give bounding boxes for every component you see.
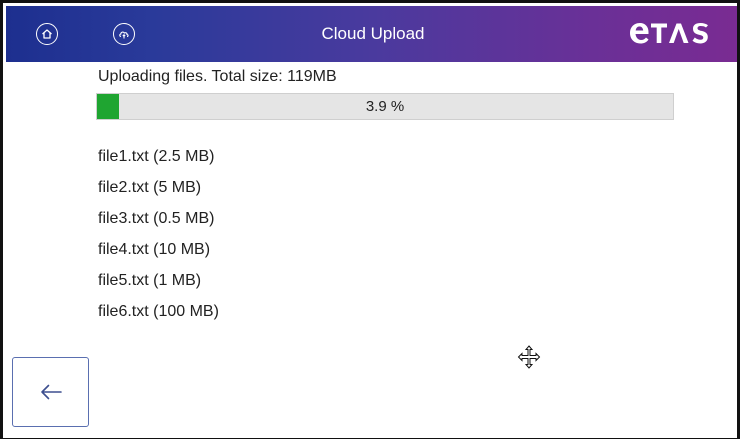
file-list-item: file3.txt (0.5 MB): [98, 210, 215, 227]
upload-progress-bar: 3.9 %: [96, 93, 674, 120]
file-list-item: file2.txt (5 MB): [98, 179, 202, 196]
file-list-item: file6.txt (100 MB): [98, 303, 219, 320]
etas-logo-mark: [630, 23, 708, 44]
move-cursor-icon: [517, 345, 541, 369]
file-list: file1.txt (2.5 MB) file2.txt (5 MB) file3.…: [98, 146, 219, 332]
header-bar: Cloud Upload: [6, 6, 737, 62]
file-list-item: file4.txt (10 MB): [98, 241, 211, 258]
etas-logo: [626, 16, 722, 50]
progress-label: 3.9 %: [365, 98, 405, 115]
upload-status-text: Uploading files. Total size: 119MB: [98, 68, 337, 85]
arrow-left-icon: [40, 384, 62, 400]
file-list-item: file5.txt (1 MB): [98, 272, 202, 289]
back-button[interactable]: [12, 357, 89, 427]
app-window: Cloud Upload Uploading files. Total size…: [0, 0, 740, 439]
file-list-item: file1.txt (2.5 MB): [98, 148, 215, 165]
